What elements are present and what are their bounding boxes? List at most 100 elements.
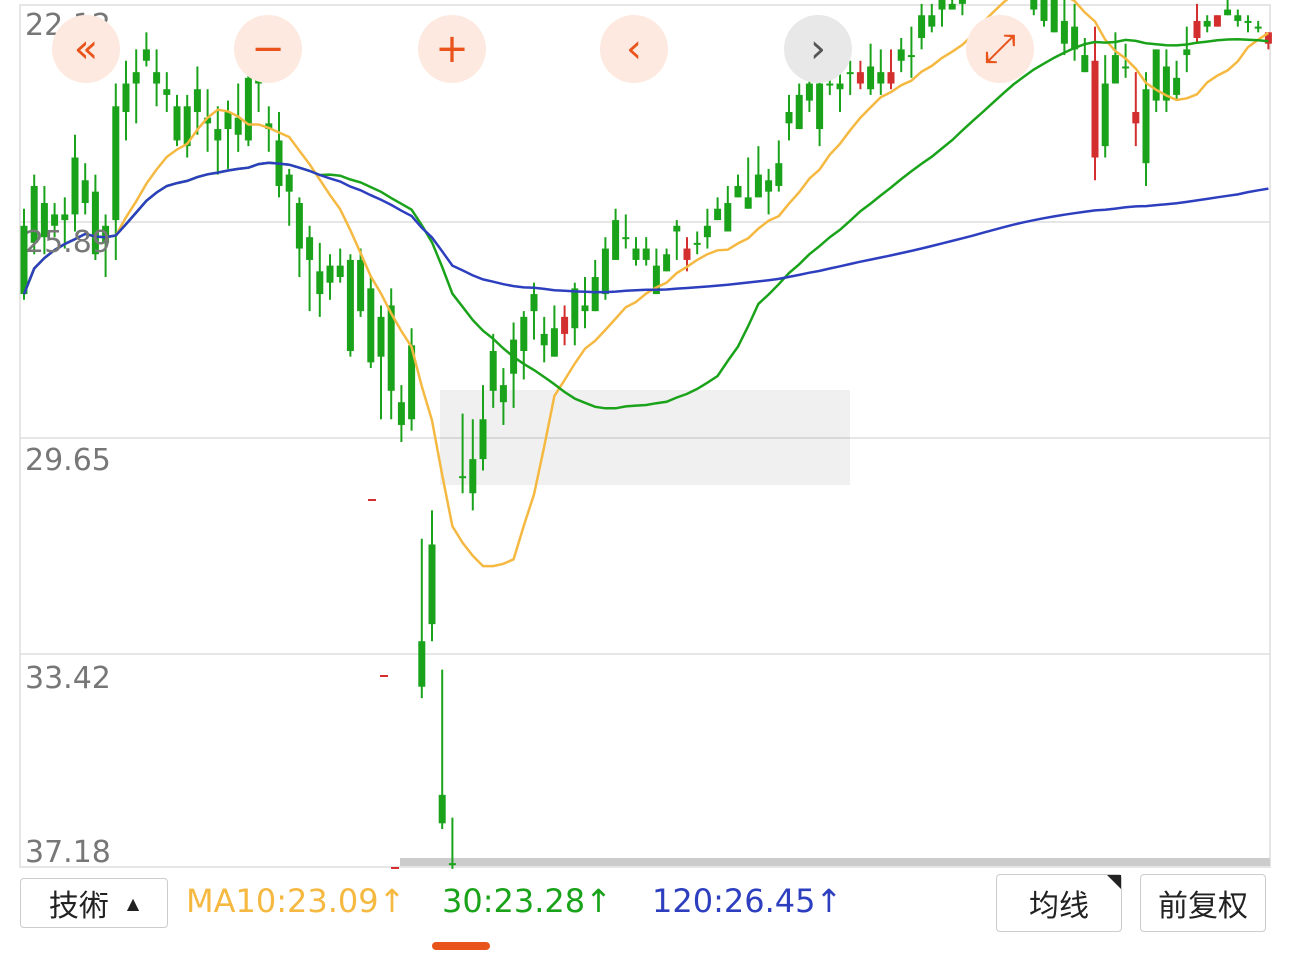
zoom-in-button[interactable]: + xyxy=(418,15,486,83)
ma-settings-tab[interactable]: 均线 xyxy=(996,874,1122,932)
indicator-dropdown[interactable]: 技術 ▲ xyxy=(20,878,168,928)
candle-body xyxy=(714,208,722,221)
candle-body xyxy=(1081,55,1089,73)
candle-body xyxy=(357,259,365,312)
chevron-right-icon: › xyxy=(810,26,826,72)
active-tab-indicator xyxy=(432,942,490,950)
candle-body xyxy=(61,214,69,221)
candle-body xyxy=(122,83,130,112)
candle-body xyxy=(938,0,946,10)
candle-body xyxy=(1183,49,1191,56)
candle-body xyxy=(438,794,446,824)
candle-body xyxy=(642,248,650,260)
candle-body xyxy=(234,117,242,135)
y-tick-label: 33.42 xyxy=(25,661,111,696)
candle-body xyxy=(632,248,640,260)
candle-body xyxy=(785,111,793,124)
candle-body xyxy=(81,180,89,204)
candle-body xyxy=(683,248,691,260)
dropdown-label: 技術 xyxy=(48,889,109,924)
candle-body xyxy=(132,72,140,84)
minus-icon: − xyxy=(251,26,285,72)
candle-body xyxy=(622,237,630,240)
candle-body xyxy=(285,174,293,192)
candle-body xyxy=(1254,26,1262,29)
candle-body xyxy=(112,106,120,221)
ma10-legend: MA10:23.09↑ xyxy=(186,882,406,920)
candle-body xyxy=(673,225,681,232)
corner-triangle-icon xyxy=(1107,875,1121,889)
candle-body xyxy=(1203,20,1211,27)
y-tick-label: 25.89 xyxy=(25,225,111,260)
candle-body xyxy=(744,197,752,209)
candle-body xyxy=(1152,49,1160,101)
y-tick-label: 29.65 xyxy=(25,443,111,478)
candle-body xyxy=(836,83,844,90)
candle-body xyxy=(326,265,334,283)
candle-body xyxy=(418,641,426,687)
plus-icon: + xyxy=(435,26,469,72)
fullscreen-button[interactable]: ⤢ xyxy=(966,15,1034,83)
candle-body xyxy=(826,83,834,86)
ma-settings-label: 均线 xyxy=(1029,889,1089,924)
candle-body xyxy=(856,72,864,84)
candle-body xyxy=(346,259,354,351)
candle-body xyxy=(1091,60,1099,158)
candle-body xyxy=(948,3,956,10)
candle-body xyxy=(724,203,732,232)
candle-body xyxy=(499,385,507,403)
candle-body xyxy=(530,294,538,312)
candle-body xyxy=(907,55,915,58)
candle-body xyxy=(612,220,620,260)
candle-body xyxy=(571,288,579,329)
ma30-legend: 30:23.28↑ xyxy=(442,882,612,920)
candle-body xyxy=(448,863,456,866)
candle-body xyxy=(795,94,803,130)
adjust-mode-label: 前复权 xyxy=(1158,889,1248,924)
next-button[interactable]: › xyxy=(784,15,852,83)
expand-icon: ⤢ xyxy=(984,26,1016,72)
ma120-legend: 120:26.45↑ xyxy=(652,882,843,920)
candle-body xyxy=(1234,15,1242,21)
candle-body xyxy=(550,328,558,357)
candle-body xyxy=(520,316,528,351)
candle-body xyxy=(1224,9,1232,16)
candle-body xyxy=(153,72,161,84)
candle-body xyxy=(601,248,609,295)
ma120-line xyxy=(22,161,1269,295)
candle-body xyxy=(71,157,79,215)
candle-body xyxy=(734,185,742,198)
candle-body xyxy=(1193,20,1201,39)
candle-body xyxy=(336,265,344,278)
candle-body xyxy=(428,544,436,625)
candle-body xyxy=(397,402,405,425)
candle-body xyxy=(224,111,232,130)
candlestick-chart: 22.12 25.89 29.65 33.42 37.18 xyxy=(19,0,1272,870)
candle-body xyxy=(173,106,181,141)
candle-body xyxy=(703,225,711,238)
ma30-line xyxy=(22,38,1269,410)
candle-body xyxy=(316,271,324,295)
candle-body xyxy=(887,72,895,84)
candle-body xyxy=(244,77,252,141)
adjust-mode-button[interactable]: 前复权 xyxy=(1140,874,1266,932)
candle-body xyxy=(367,288,375,363)
candle-body xyxy=(214,129,222,141)
prev-button[interactable]: ‹ xyxy=(600,15,668,83)
candle-body xyxy=(489,350,497,391)
y-tick-label: 37.18 xyxy=(25,835,111,870)
candle-body xyxy=(918,15,926,39)
candle-body xyxy=(1213,15,1221,27)
candle-body xyxy=(663,254,671,272)
jump-first-button[interactable]: « xyxy=(52,15,120,83)
candle-body xyxy=(1101,83,1109,147)
candle-body xyxy=(754,174,762,198)
candle-body xyxy=(469,459,477,494)
zoom-out-button[interactable]: − xyxy=(234,15,302,83)
candle-body xyxy=(377,316,385,357)
candle-body xyxy=(1132,111,1140,124)
candle-body xyxy=(193,89,201,112)
candle-body xyxy=(775,163,783,186)
candle-body xyxy=(295,203,303,249)
chevron-left-icon: ‹ xyxy=(626,26,642,72)
